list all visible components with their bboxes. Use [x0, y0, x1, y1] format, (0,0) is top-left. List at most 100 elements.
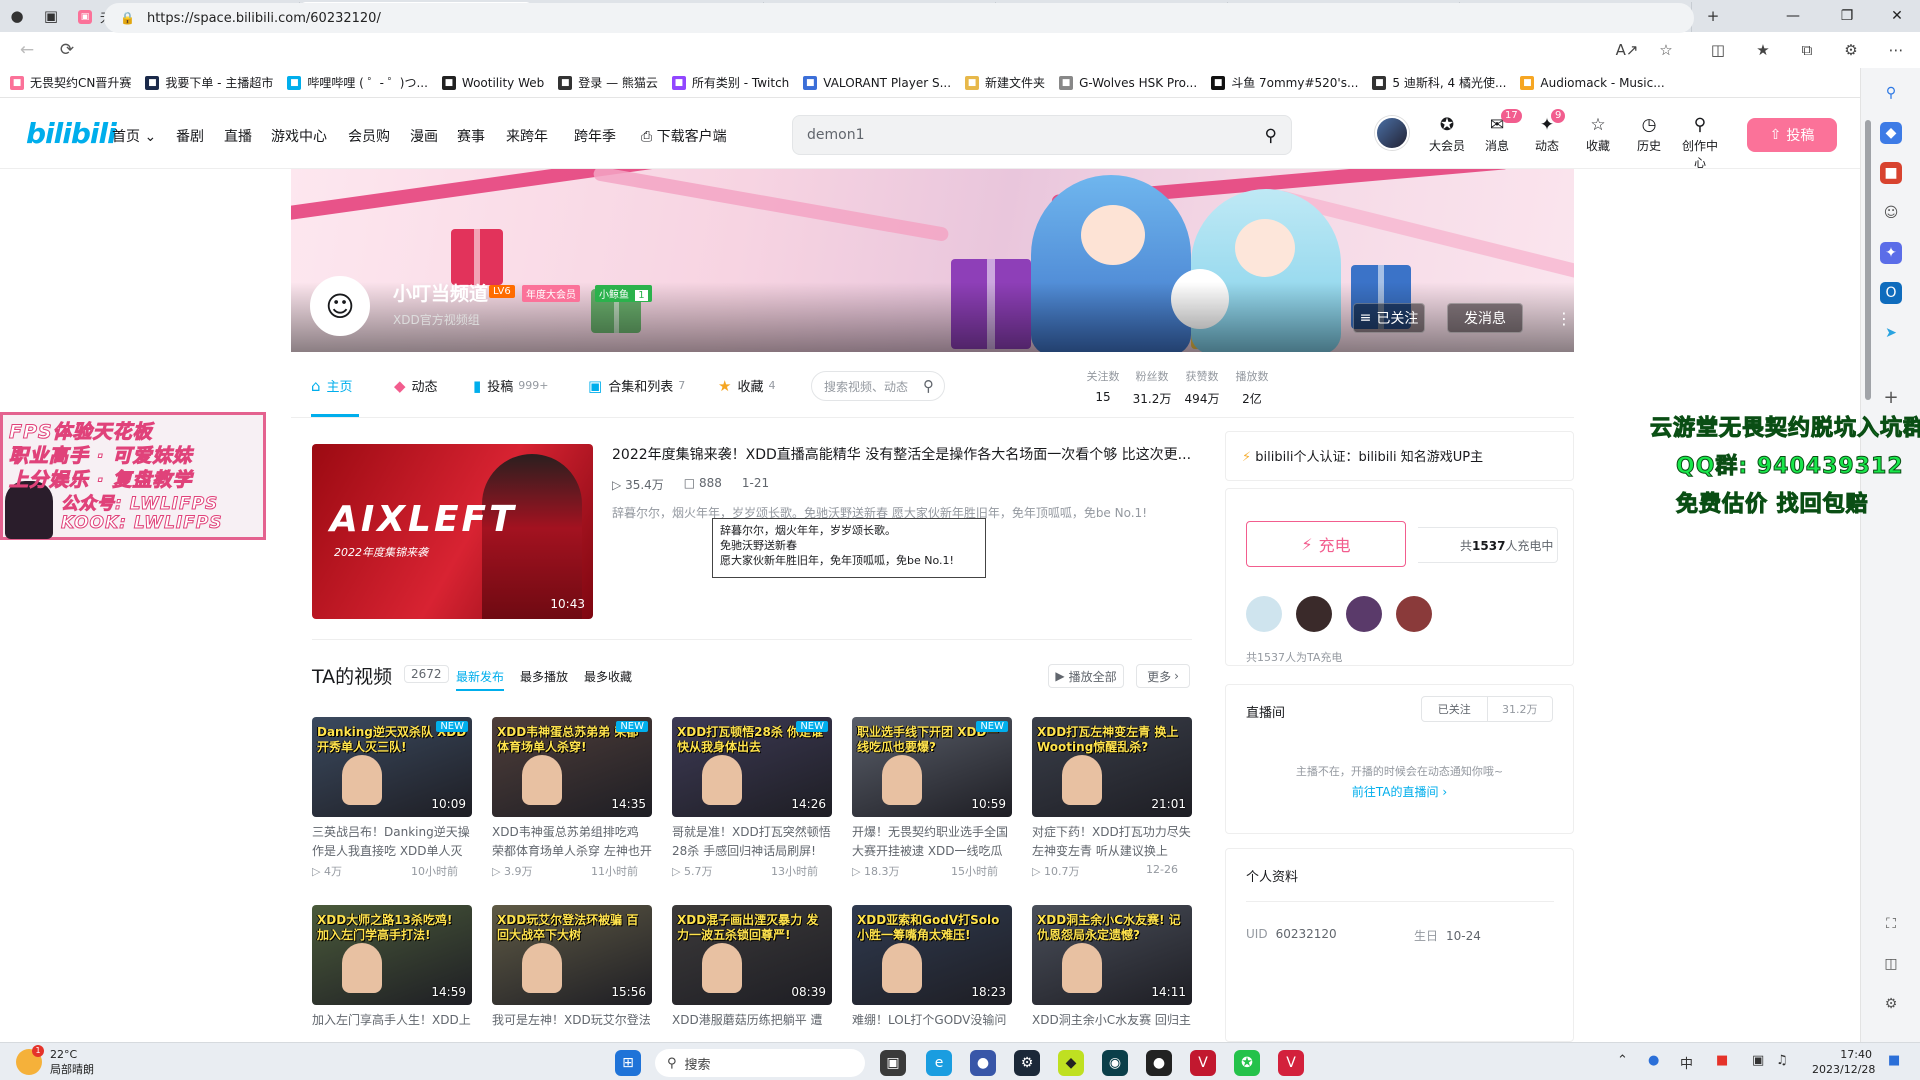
charger-avatar[interactable]: [1396, 596, 1432, 632]
pinned-video-thumbnail[interactable]: AIXLEFT 2022年度集锦来袭 10:43: [312, 444, 593, 619]
nav-item[interactable]: 赛事: [457, 126, 485, 146]
search-input[interactable]: demon1 ⚲: [792, 115, 1292, 155]
send-icon[interactable]: ➤: [1880, 322, 1902, 344]
bilibili-logo[interactable]: bilibili: [26, 117, 117, 150]
nav-item[interactable]: 跨年季: [574, 126, 616, 146]
bookmark-item[interactable]: ■ 斗鱼 7ommy#520's...: [1211, 74, 1358, 91]
app-tray-icon[interactable]: ■: [1716, 1053, 1728, 1068]
app-icon[interactable]: ●: [970, 1050, 996, 1076]
video-card[interactable]: XDD打瓦顿悟28杀 你是谁快从我身体出去 14:26 NEW 哥就是准！XDD打瓦突…: [672, 717, 832, 879]
reload-icon[interactable]: ⟳: [50, 35, 84, 65]
pinned-video-title[interactable]: 2022年度集锦来袭！XDD直播高能精华 没有整活全是操作各大名场面一次看个够 …: [612, 444, 1192, 464]
video-thumbnail[interactable]: XDD玩艾尔登法环被骗 百回大战卒下大树 15:56: [492, 905, 652, 1005]
new-tab-icon[interactable]: +: [1696, 0, 1730, 32]
fan-badge[interactable]: 小鲸鱼 1: [595, 285, 652, 302]
video-card[interactable]: XDD韦神蛋总苏弟弟 荣都体育场单人杀穿! 14:35 NEW XDD韦神蛋总苏弟组排…: [492, 717, 652, 879]
space-search-input[interactable]: 搜索视频、动态 ⚲: [811, 371, 945, 401]
space-tab[interactable]: ★ 收藏 4: [718, 376, 775, 396]
video-card[interactable]: 职业选手线下开团 XDD一线吃瓜也要爆? 10:59 NEW 开爆！无畏契约职业选手全…: [852, 717, 1012, 879]
sort-latest[interactable]: 最新发布: [456, 668, 505, 691]
outlook-icon[interactable]: O: [1880, 282, 1902, 304]
user-avatar[interactable]: [1375, 116, 1409, 150]
network-icon[interactable]: ▣: [1752, 1053, 1764, 1068]
more-button[interactable]: 更多 ›: [1136, 664, 1190, 688]
tray-chevron-icon[interactable]: ⌃: [1617, 1053, 1628, 1068]
space-tab[interactable]: ▮ 投稿 999+: [473, 376, 549, 396]
nav-item[interactable]: 来跨年: [506, 126, 548, 146]
followed-button[interactable]: ≡ 已关注: [1353, 303, 1425, 333]
video-thumbnail[interactable]: XDD大师之路13杀吃鸡! 加入左门学高手打法! 14:59: [312, 905, 472, 1005]
search-icon[interactable]: ⚲: [1880, 82, 1902, 104]
back-icon[interactable]: ←: [10, 35, 44, 65]
upload-button[interactable]: ⇧ 投稿: [1747, 118, 1837, 152]
video-thumbnail[interactable]: XDD混子画出湮灭暴力 发力一波五杀锁回尊严! 08:39: [672, 905, 832, 1005]
split-screen-icon[interactable]: ◫: [1702, 35, 1734, 65]
task-view-icon[interactable]: ▣: [880, 1050, 906, 1076]
nav-item[interactable]: 漫画: [410, 126, 438, 146]
video-card[interactable]: XDD亚索和GodV打Solo 小胜一筹嘴角太难压! 18:23 难绷！LOL打个G…: [852, 905, 1012, 1049]
bookmark-item[interactable]: ■ 无畏契约CN晋升赛: [10, 74, 131, 91]
video-card[interactable]: XDD玩艾尔登法环被骗 百回大战卒下大树 15:56 我可是左神！XDD玩艾尔登法: [492, 905, 652, 1049]
header-item[interactable]: ✦ 动态 9: [1525, 109, 1569, 154]
video-thumbnail[interactable]: Danking逆天双杀队 XDD开秀单人灭三队! 10:09 NEW: [312, 717, 472, 817]
favorites-icon[interactable]: ★: [1747, 35, 1779, 65]
video-thumbnail[interactable]: XDD打瓦左神变左青 换上Wooting惊醒乱杀? 21:01: [1032, 717, 1192, 817]
video-thumbnail[interactable]: XDD亚索和GodV打Solo 小胜一筹嘴角太难压! 18:23: [852, 905, 1012, 1005]
sort-most-fav[interactable]: 最多收藏: [584, 668, 632, 685]
bookmark-item[interactable]: ■ 登录 — 熊猫云: [558, 74, 658, 91]
bookmark-item[interactable]: ■ 我要下单 - 主播超市: [145, 74, 273, 91]
collections-icon[interactable]: ⧉: [1791, 35, 1823, 65]
bookmark-item[interactable]: ■ Audiomack - Music...: [1520, 75, 1665, 90]
more-options-icon[interactable]: ⋮: [1556, 309, 1572, 328]
settings-icon[interactable]: ⚙: [1880, 993, 1902, 1015]
person-icon[interactable]: ☺: [1880, 202, 1902, 224]
video-card[interactable]: XDD大师之路13杀吃鸡! 加入左门学高手打法! 14:59 加入左门享高手人生！X…: [312, 905, 472, 1049]
video-card[interactable]: Danking逆天双杀队 XDD开秀单人灭三队! 10:09 NEW 三英战吕布！Da…: [312, 717, 472, 879]
charger-avatar[interactable]: [1246, 596, 1282, 632]
read-aloud-icon[interactable]: A↗: [1611, 35, 1643, 65]
video-title[interactable]: XDD韦神蛋总苏弟组排吃鸡 荣都体育场单人杀穿 左神也开: [492, 823, 652, 861]
ime-icon[interactable]: 中: [1680, 1053, 1693, 1072]
obs-icon[interactable]: ●: [1146, 1050, 1172, 1076]
url-input[interactable]: 🔒 https://space.bilibili.com/60232120/: [104, 3, 1694, 33]
header-item[interactable]: ✉ 消息 17: [1475, 109, 1522, 154]
video-title[interactable]: 三英战吕布！Danking逆天操作是人我直接吃 XDD单人灭: [312, 823, 472, 861]
video-thumbnail[interactable]: XDD洞主余小C水友赛! 记仇恩怨局永定遗憾? 14:11: [1032, 905, 1192, 1005]
video-title[interactable]: 开爆！无畏契约职业选手全国大赛开挂被逮 XDD一线吃瓜: [852, 823, 1012, 861]
header-item[interactable]: ✪ 大会员: [1425, 115, 1469, 154]
search-icon[interactable]: ⚲: [1265, 126, 1277, 146]
extensions-icon[interactable]: ⚙: [1835, 35, 1867, 65]
taskbar-search[interactable]: ⚲ 搜索: [655, 1049, 865, 1077]
bookmark-item[interactable]: ■ 新建文件夹: [965, 74, 1045, 91]
space-tab[interactable]: ◆ 动态: [394, 376, 438, 396]
charger-avatar[interactable]: [1346, 596, 1382, 632]
razer-icon[interactable]: ✪: [1234, 1050, 1260, 1076]
nav-item[interactable]: 番剧: [176, 126, 204, 146]
scrollbar-thumb[interactable]: [1865, 120, 1871, 400]
play-all-button[interactable]: ▶ 播放全部: [1048, 664, 1124, 688]
minimize-icon[interactable]: —: [1770, 0, 1816, 32]
send-message-button[interactable]: 发消息: [1447, 303, 1523, 333]
nav-item[interactable]: ⎙ 下载客户端: [641, 126, 727, 146]
add-sidebar-icon[interactable]: +: [1880, 386, 1902, 408]
tab-actions-icon[interactable]: ▣: [34, 0, 68, 32]
more-menu-icon[interactable]: ⋯: [1880, 35, 1912, 65]
video-title[interactable]: 哥就是准！XDD打瓦突然顿悟28杀 手感回归神话局刷屏!: [672, 823, 832, 861]
sort-most-played[interactable]: 最多播放: [520, 668, 568, 685]
bookmark-item[interactable]: ■ 所有类别 - Twitch: [671, 74, 789, 91]
weather-widget[interactable]: 1 22°C 局部晴朗: [16, 1045, 94, 1077]
bookmark-item[interactable]: ■ 5 迪斯科, 4 橘光使...: [1372, 74, 1506, 91]
charge-button[interactable]: ⚡ 充电: [1246, 521, 1406, 567]
taskbar-clock[interactable]: 17:40 2023/12/28: [1812, 1047, 1875, 1077]
tag-icon[interactable]: ◆: [1880, 122, 1902, 144]
nav-item[interactable]: 会员购: [348, 126, 390, 146]
favorite-star-icon[interactable]: ☆: [1650, 35, 1682, 65]
space-tab[interactable]: ⌂ 主页: [311, 376, 353, 396]
charger-avatar[interactable]: [1296, 596, 1332, 632]
video-thumbnail[interactable]: XDD韦神蛋总苏弟弟 荣都体育场单人杀穿! 14:35 NEW: [492, 717, 652, 817]
video-card[interactable]: XDD混子画出湮灭暴力 发力一波五杀锁回尊严! 08:39 XDD港服蘑菇历练把躺平…: [672, 905, 832, 1049]
search-icon[interactable]: ⚲: [923, 377, 934, 395]
valorant-icon[interactable]: V: [1278, 1050, 1304, 1076]
screenshot-icon[interactable]: ⛶: [1880, 913, 1902, 935]
close-window-icon[interactable]: ✕: [1874, 0, 1920, 32]
